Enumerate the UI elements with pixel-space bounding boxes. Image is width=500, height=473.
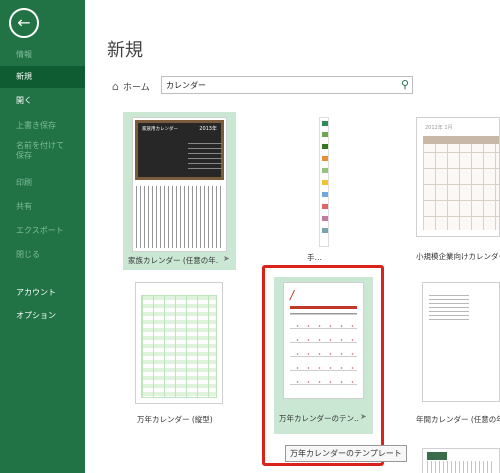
chalkboard-graphic: 家族用カレンダー 2013年 (135, 120, 224, 180)
nav-item-save[interactable]: 上書き保存 (0, 115, 85, 137)
template-small-business-calendar[interactable]: 2012年 1月 小規模企業向けカレンダー… (412, 112, 500, 262)
template-thumbnail (422, 282, 500, 402)
mini-calendars-graphic (136, 186, 223, 248)
page-title: 新規 (107, 40, 143, 61)
template-label: 手… (307, 253, 322, 262)
template-family-calendar[interactable]: 家族用カレンダー 2013年 家族カレンダー (任意の年… ➤ (123, 112, 236, 270)
template-thumbnail (135, 282, 223, 404)
search-icon[interactable]: ⚲ (401, 78, 409, 92)
nav-item-export[interactable]: エクスポート (0, 220, 85, 242)
pin-icon[interactable]: ➤ (360, 412, 367, 421)
nav-item-info[interactable]: 情報 (0, 44, 85, 66)
nav-item-options[interactable]: オプション (0, 305, 85, 327)
search-input[interactable] (166, 78, 386, 92)
nav-item-print[interactable]: 印刷 (0, 172, 85, 194)
nav-item-save-as[interactable]: 名前を付けて保存 (0, 140, 70, 164)
search-box: ⚲ (161, 76, 413, 94)
home-link[interactable]: ⌂ ホーム (112, 80, 150, 93)
home-icon: ⌂ (112, 80, 119, 93)
template-hand-calendar[interactable]: 手… (300, 112, 348, 262)
template-perpetual-calendar[interactable]: / 万年カレンダーのテン… ➤ (274, 277, 373, 434)
tooltip: 万年カレンダーのテンプレート (285, 445, 407, 462)
pin-icon[interactable]: ➤ (223, 254, 230, 263)
template-thumbnail: 家族用カレンダー 2013年 (132, 117, 227, 252)
nav-item-account[interactable]: アカウント (0, 282, 85, 304)
template-partial[interactable] (412, 446, 500, 473)
template-label: 万年カレンダー (縦型) (137, 415, 213, 424)
nav-item-close[interactable]: 閉じる (0, 244, 85, 266)
back-arrow-icon: ← (17, 13, 31, 32)
home-label: ホーム (122, 83, 150, 93)
thumb-title: 2012年 1月 (425, 125, 453, 131)
template-thumbnail (422, 448, 500, 473)
nav-item-new[interactable]: 新規 (0, 66, 85, 88)
nav-item-open[interactable]: 開く (0, 90, 85, 112)
template-annual-calendar[interactable]: 年間カレンダー (任意の年… (412, 277, 500, 427)
thumb-mark: / (290, 288, 295, 302)
thumb-title: 家族用カレンダー (142, 127, 178, 132)
template-thumbnail: 2012年 1月 (416, 117, 500, 237)
template-thumbnail (319, 117, 329, 247)
nav-item-share[interactable]: 共有 (0, 196, 85, 218)
template-thumbnail: / (283, 282, 364, 399)
backstage-sidebar: ← 情報 新規 開く 上書き保存 名前を付けて保存 印刷 共有 エクスポート 閉… (0, 0, 85, 473)
template-label: 小規模企業向けカレンダー… (416, 252, 500, 261)
template-label: 家族カレンダー (任意の年… (128, 256, 218, 265)
template-label: 万年カレンダーのテン… (279, 414, 359, 423)
thumb-year: 2013年 (199, 126, 217, 132)
template-vertical-calendar[interactable]: 万年カレンダー (縦型) (123, 277, 236, 427)
template-label: 年間カレンダー (任意の年… (416, 415, 500, 424)
back-button[interactable]: ← (9, 8, 39, 38)
